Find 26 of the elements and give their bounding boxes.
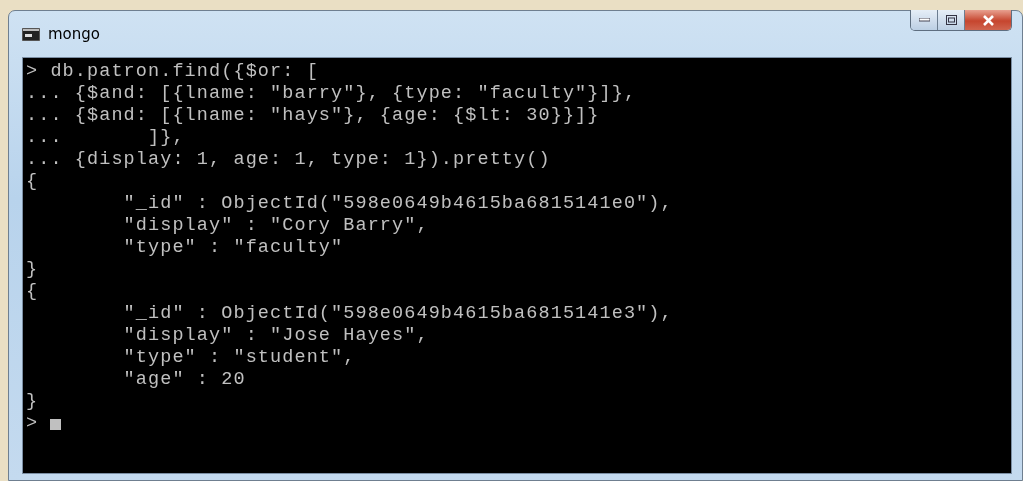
console-prompt: > — [26, 413, 39, 435]
console-line: { — [26, 281, 39, 303]
console-line: ... {$and: [{lname: "barry"}, {type: "faculty"}]}, — [26, 83, 637, 105]
console-line: ... {display: 1, age: 1, type: 1}).pretty() — [26, 149, 551, 171]
close-icon — [981, 14, 995, 26]
console-line: { — [26, 171, 39, 193]
console-line: } — [26, 391, 39, 413]
console-line: > db.patron.find({$or: [ — [26, 61, 319, 83]
console-line: "type" : "student", — [122, 347, 356, 369]
console-line: "_id" : ObjectId("598e0649b4615ba6815141e0"), — [122, 193, 673, 215]
console-line: ... ]}, — [26, 127, 185, 149]
close-button[interactable] — [965, 10, 1011, 30]
minimize-button[interactable] — [911, 10, 938, 30]
console-line: "display" : "Cory Barry", — [122, 215, 429, 237]
window-title: mongo — [48, 25, 100, 43]
console-line: ... {$and: [{lname: "hays"}, {age: {$lt: 30}}]} — [26, 105, 600, 127]
cursor-icon — [50, 418, 62, 430]
maximize-icon — [945, 15, 957, 25]
console-line: "type" : "faculty" — [122, 237, 344, 259]
console-line: "age" : 20 — [122, 369, 246, 391]
console-line: } — [26, 259, 39, 281]
console-app-icon — [22, 27, 40, 41]
console-line: "_id" : ObjectId("598e0649b4615ba6815141e3"), — [122, 303, 673, 325]
console-line: "display" : "Jose Hayes", — [122, 325, 429, 347]
maximize-button[interactable] — [938, 10, 965, 30]
minimize-icon — [918, 18, 930, 22]
